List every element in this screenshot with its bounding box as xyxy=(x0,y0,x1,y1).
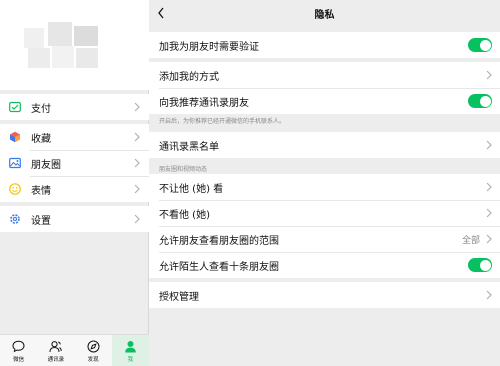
sticker-icon xyxy=(9,183,21,195)
discover-icon xyxy=(86,339,100,353)
row-blacklist[interactable]: 通讯录黑名单 xyxy=(149,132,500,158)
blurred-profile xyxy=(24,22,100,78)
chevron-right-icon xyxy=(486,208,492,218)
favorites-icon xyxy=(9,131,21,143)
chevron-right-icon xyxy=(134,102,140,112)
tab-me[interactable]: 我 xyxy=(111,335,149,366)
group-blacklist: 通讯录黑名单 xyxy=(149,132,500,158)
toggle-knob xyxy=(479,259,491,271)
row-label: 通讯录黑名单 xyxy=(159,141,219,153)
menu-group-media: 收藏 朋友圈 表情 xyxy=(0,124,149,202)
menu-label: 朋友圈 xyxy=(31,159,61,171)
row-label: 向我推荐通讯录朋友 xyxy=(159,97,249,109)
group-moments: 不让他 (她) 看 不看他 (她) 允许朋友查看朋友圈的范围 全部 允许陌生人查… xyxy=(149,174,500,278)
me-icon xyxy=(123,339,137,353)
chevron-right-icon xyxy=(486,234,492,244)
menu-label: 设置 xyxy=(31,215,51,227)
row-label: 加我为朋友时需要验证 xyxy=(159,41,259,53)
chevron-right-icon xyxy=(134,184,140,194)
tab-discover[interactable]: 发现 xyxy=(75,335,112,366)
moments-icon xyxy=(9,157,21,169)
privacy-panel: 隐私 加我为朋友时需要验证 添加我的方式 向我推荐通讯录朋友 开启后，为你推荐已… xyxy=(149,0,500,366)
row-strangers-view: 允许陌生人查看十条朋友圈 xyxy=(149,252,500,278)
profile-card[interactable] xyxy=(0,0,149,90)
tab-contacts[interactable]: 通讯录 xyxy=(37,335,74,366)
nav-bar: 隐私 xyxy=(149,0,500,26)
page-title: 隐私 xyxy=(314,9,335,21)
tab-label: 微信 xyxy=(13,357,25,363)
row-label: 允许陌生人查看十条朋友圈 xyxy=(159,261,279,273)
back-arrow-icon[interactable] xyxy=(157,6,165,20)
menu-group-settings: 设置 xyxy=(0,206,149,232)
chevron-right-icon xyxy=(134,214,140,224)
menu-item-stickers[interactable]: 表情 xyxy=(0,176,149,202)
verify-toggle[interactable] xyxy=(468,38,492,52)
tab-label: 发现 xyxy=(87,357,99,363)
row-label: 允许朋友查看朋友圈的范围 xyxy=(159,235,279,247)
payment-icon xyxy=(9,101,21,113)
bottom-tab-bar: 微信 通讯录 发现 我 xyxy=(0,334,149,366)
moments-range-value: 全部 xyxy=(461,236,480,246)
tab-chats[interactable]: 微信 xyxy=(0,335,37,366)
group-verify: 加我为朋友时需要验证 xyxy=(149,32,500,58)
row-label: 不让他 (她) 看 xyxy=(159,183,224,195)
chevron-right-icon xyxy=(134,158,140,168)
menu-group-pay: 支付 xyxy=(0,94,149,120)
recommend-note: 开启后，为你推荐已经开通微信的手机联系人。 xyxy=(159,118,286,125)
me-panel: 支付 收藏 朋友圈 表情 设置 微信 通讯录 发现 我 xyxy=(0,0,149,366)
chevron-right-icon xyxy=(134,132,140,142)
chat-icon xyxy=(12,339,26,353)
chevron-right-icon xyxy=(486,140,492,150)
row-add-methods[interactable]: 添加我的方式 xyxy=(149,62,500,88)
chevron-right-icon xyxy=(486,70,492,80)
group-authorization: 授权管理 xyxy=(149,282,500,308)
menu-label: 收藏 xyxy=(31,133,51,145)
recommend-toggle[interactable] xyxy=(468,94,492,108)
row-hide-from[interactable]: 不让他 (她) 看 xyxy=(149,174,500,200)
menu-item-settings[interactable]: 设置 xyxy=(0,206,149,232)
row-verify-friend: 加我为朋友时需要验证 xyxy=(149,32,500,58)
group-add: 添加我的方式 向我推荐通讯录朋友 xyxy=(149,62,500,114)
row-recommend-contacts: 向我推荐通讯录朋友 xyxy=(149,88,500,114)
settings-icon xyxy=(9,213,21,225)
menu-label: 表情 xyxy=(31,185,51,197)
menu-item-pay[interactable]: 支付 xyxy=(0,94,149,120)
contacts-icon xyxy=(49,339,63,353)
menu-item-moments[interactable]: 朋友圈 xyxy=(0,150,149,176)
section-label-moments: 朋友圈和视频动态 xyxy=(159,166,208,173)
row-label: 添加我的方式 xyxy=(159,71,219,83)
menu-item-favorites[interactable]: 收藏 xyxy=(0,124,149,150)
row-label: 授权管理 xyxy=(159,291,199,303)
toggle-knob xyxy=(479,39,491,51)
tab-label: 通讯录 xyxy=(47,357,65,363)
toggle-knob xyxy=(479,95,491,107)
row-authorization[interactable]: 授权管理 xyxy=(149,282,500,308)
menu-label: 支付 xyxy=(31,103,51,115)
chevron-right-icon xyxy=(486,290,492,300)
chevron-right-icon xyxy=(486,182,492,192)
row-label: 不看他 (她) xyxy=(159,209,210,221)
row-hide-them[interactable]: 不看他 (她) xyxy=(149,200,500,226)
row-moments-range[interactable]: 允许朋友查看朋友圈的范围 全部 xyxy=(149,226,500,252)
app-window: 支付 收藏 朋友圈 表情 设置 微信 通讯录 发现 我 隐私 加我为朋友时需要验… xyxy=(0,0,500,366)
tab-label: 我 xyxy=(127,357,134,363)
strangers-toggle[interactable] xyxy=(468,258,492,272)
